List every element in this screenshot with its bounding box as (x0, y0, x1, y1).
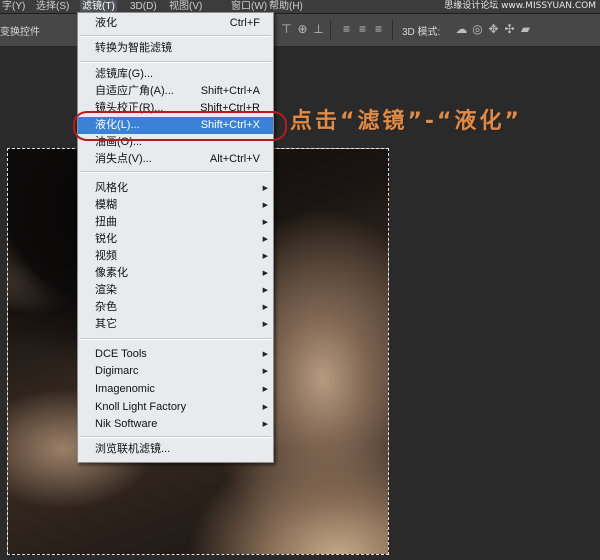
menu-item-label: 渲染 (95, 284, 117, 296)
menu-item-digimarc[interactable]: Digimarc ▶ (78, 363, 273, 380)
submenu-arrow-icon: ▶ (262, 287, 268, 294)
menu-item-label: 自适应广角(A)... (95, 85, 174, 97)
menu-item-distort[interactable]: 扭曲 ▶ (78, 214, 273, 231)
align-top-icon[interactable]: ⊤ (280, 23, 293, 36)
3d-scale-icon[interactable]: ▰ (519, 23, 532, 36)
3d-pan-icon[interactable]: ✥ (487, 23, 500, 36)
menu-item-label: 液化 (95, 17, 117, 29)
submenu-arrow-icon: ▶ (262, 351, 268, 358)
menu-item-label: 锐化 (95, 233, 117, 245)
menu-item-label: Nik Software (95, 418, 158, 430)
menu-item-label: Knoll Light Factory (95, 401, 187, 413)
menu-item-noise[interactable]: 杂色 ▶ (78, 299, 273, 316)
menu-item-label: 浏览联机滤镜... (95, 443, 171, 455)
3d-mode-label: 3D 模式: (402, 27, 441, 38)
submenu-arrow-icon: ▶ (262, 236, 268, 243)
menu-item-label: 风格化 (95, 182, 128, 194)
menu-separator (80, 436, 271, 438)
menu-item-adaptive-wide-angle[interactable]: 自适应广角(A)... Shift+Ctrl+A (78, 83, 273, 100)
menu-select[interactable]: 选择(S) (34, 0, 71, 13)
submenu-arrow-icon: ▶ (262, 253, 268, 260)
menu-item-label: 杂色 (95, 301, 117, 313)
distribute-center-icon[interactable]: ≡ (356, 23, 369, 36)
distribute-bottom-icon[interactable]: ≡ (372, 23, 385, 36)
3d-roll-icon[interactable]: ◎ (471, 23, 484, 36)
tutorial-callout: 点击“滤镜”-“液化” (290, 109, 522, 134)
submenu-arrow-icon: ▶ (262, 386, 268, 393)
submenu-arrow-icon: ▶ (262, 304, 268, 311)
submenu-arrow-icon: ▶ (262, 321, 268, 328)
menu-item-video[interactable]: 视频 ▶ (78, 248, 273, 265)
3d-slide-icon[interactable]: ✣ (503, 23, 516, 36)
site-watermark: 思缘设计论坛 www.MISSYUAN.COM (444, 1, 596, 11)
menu-item-label: 转换为智能滤镜 (95, 42, 172, 54)
menu-item-browse-online-filters[interactable]: 浏览联机滤镜... (78, 441, 273, 458)
menu-item-filter-gallery[interactable]: 滤镜库(G)... (78, 66, 273, 83)
submenu-arrow-icon: ▶ (262, 421, 268, 428)
submenu-arrow-icon: ▶ (262, 368, 268, 375)
menu-separator (80, 35, 271, 37)
submenu-arrow-icon: ▶ (262, 270, 268, 277)
menu-item-last-filter[interactable]: 液化 Ctrl+F (78, 15, 273, 32)
menu-item-nik-software[interactable]: Nik Software ▶ (78, 416, 273, 433)
menu-item-label: 扭曲 (95, 216, 117, 228)
menu-item-shortcut: Ctrl+F (229, 17, 260, 29)
menu-type[interactable]: 字(Y) (0, 0, 27, 13)
menu-item-label: Imagenomic (95, 383, 155, 395)
distribute-top-icon[interactable]: ≡ (340, 23, 353, 36)
toolbar-divider (392, 20, 393, 40)
menu-item-label: 视频 (95, 250, 117, 262)
menu-item-label: 模糊 (95, 199, 117, 211)
menu-item-render[interactable]: 渲染 ▶ (78, 282, 273, 299)
menu-item-pixelate[interactable]: 像素化 ▶ (78, 265, 273, 282)
submenu-arrow-icon: ▶ (262, 185, 268, 192)
menu-item-label: 滤镜库(G)... (95, 68, 154, 80)
filter-menu: 液化 Ctrl+F 转换为智能滤镜 滤镜库(G)... 自适应广角(A)... … (77, 12, 274, 463)
align-vcenter-icon[interactable]: ⊕ (296, 23, 309, 36)
toolbar-divider (330, 20, 331, 40)
menu-separator (80, 61, 271, 63)
menu-item-label: 消失点(V)... (95, 153, 152, 165)
menu-item-label: Digimarc (95, 365, 139, 377)
align-bottom-icon[interactable]: ⊥ (312, 23, 325, 36)
menu-item-label: 像素化 (95, 267, 128, 279)
highlight-ring (73, 111, 287, 141)
menu-item-shortcut: Alt+Ctrl+V (209, 153, 260, 165)
menu-item-shortcut: Shift+Ctrl+A (200, 85, 260, 97)
menu-separator (80, 171, 271, 173)
menu-item-label: DCE Tools (95, 348, 147, 360)
submenu-arrow-icon: ▶ (262, 202, 268, 209)
menu-item-knoll-light-factory[interactable]: Knoll Light Factory ▶ (78, 399, 273, 416)
3d-orbit-icon[interactable]: ☁ (455, 23, 468, 36)
menu-item-convert-smart-filter[interactable]: 转换为智能滤镜 (78, 40, 273, 57)
menu-item-label: 其它 (95, 318, 117, 330)
menu-item-vanishing-point[interactable]: 消失点(V)... Alt+Ctrl+V (78, 151, 273, 168)
submenu-arrow-icon: ▶ (262, 404, 268, 411)
menu-item-sharpen[interactable]: 锐化 ▶ (78, 231, 273, 248)
menu-item-imagenomic[interactable]: Imagenomic ▶ (78, 381, 273, 398)
menu-item-blur[interactable]: 模糊 ▶ (78, 197, 273, 214)
menu-item-other[interactable]: 其它 ▶ (78, 316, 273, 333)
submenu-arrow-icon: ▶ (262, 219, 268, 226)
transform-controls-label[interactable]: 变换控件 (0, 23, 40, 38)
menu-separator (80, 338, 271, 340)
menu-item-stylize[interactable]: 风格化 ▶ (78, 180, 273, 197)
menu-item-dce-tools[interactable]: DCE Tools ▶ (78, 346, 273, 363)
